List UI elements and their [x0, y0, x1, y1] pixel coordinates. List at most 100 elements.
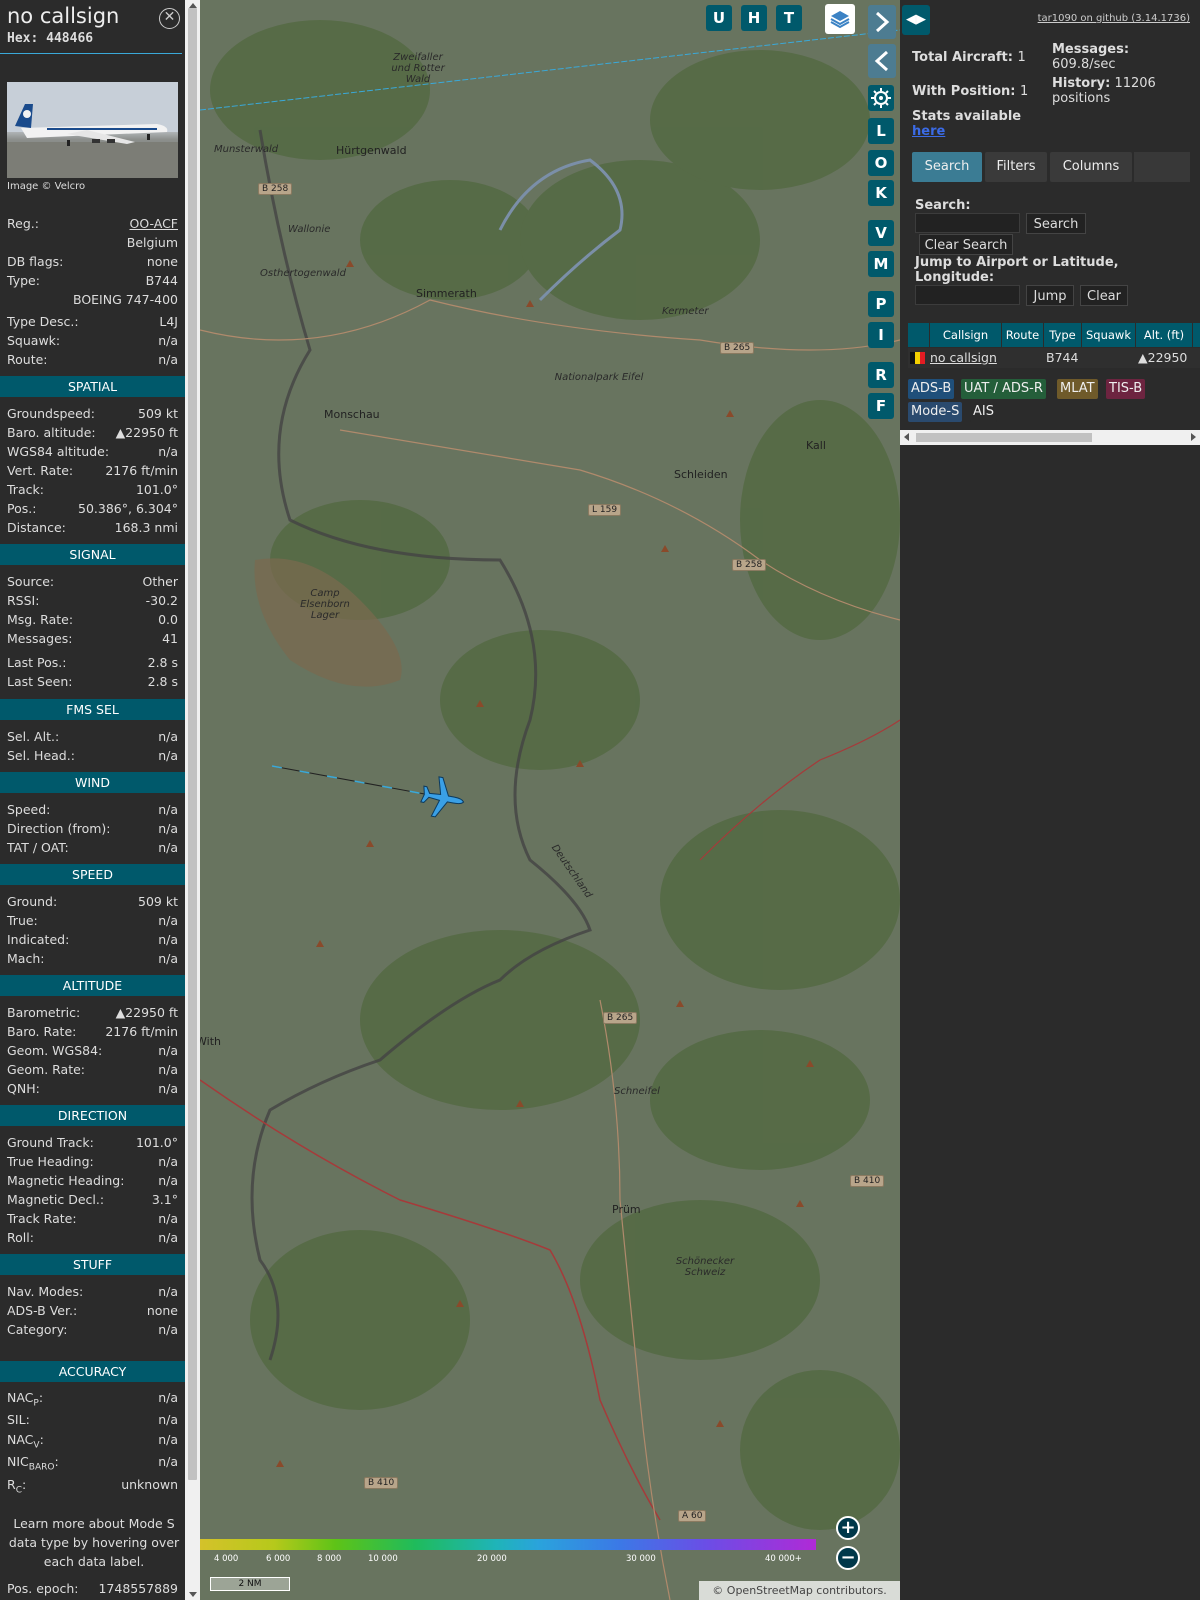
- search-button[interactable]: Search: [1026, 213, 1086, 234]
- aircraft-photo[interactable]: [7, 82, 178, 178]
- tab-filters[interactable]: Filters: [985, 152, 1047, 182]
- scroll-left-icon[interactable]: [904, 433, 909, 441]
- column-header-more[interactable]: [1193, 323, 1200, 347]
- clear-button[interactable]: Clear: [1080, 285, 1128, 306]
- scroll-down-icon[interactable]: [189, 1592, 197, 1597]
- map-button-t[interactable]: T: [776, 5, 802, 31]
- info-row: Magnetic Decl.: 3.1°: [7, 1192, 178, 1210]
- sidebar-scrollbar[interactable]: [185, 0, 200, 1600]
- settings-button[interactable]: [868, 85, 894, 111]
- map-button-i[interactable]: I: [868, 322, 894, 348]
- info-row: Distance: 168.3 nmi: [7, 520, 178, 538]
- map-button-u[interactable]: U: [706, 5, 732, 31]
- column-header-route[interactable]: Route: [1002, 323, 1043, 347]
- table-horizontal-scrollbar[interactable]: [900, 430, 1200, 445]
- place-label: Monschau: [324, 408, 380, 421]
- place-label: Osthertogenwald: [260, 268, 346, 279]
- aircraft-marker-icon[interactable]: [420, 775, 466, 821]
- scrollbar-thumb[interactable]: [916, 433, 1092, 442]
- section-altitude: ALTITUDE: [0, 975, 185, 996]
- info-label: Speed:: [7, 802, 51, 817]
- place-label: Hürtgenwald: [336, 144, 407, 157]
- dbflags-value: none: [146, 254, 178, 269]
- place-label: Munsterwald: [214, 144, 279, 155]
- info-row: Last Seen: 2.8 s: [7, 674, 178, 692]
- column-header-squawk[interactable]: Squawk: [1082, 323, 1135, 347]
- legend-uat: UAT / ADS-R: [961, 379, 1046, 399]
- map-attribution[interactable]: © OpenStreetMap contributors.: [699, 1581, 900, 1600]
- map-button-v[interactable]: V: [868, 220, 894, 246]
- epoch-row: Pos. epoch: 1748557889: [7, 1581, 178, 1599]
- zoom-in-button[interactable]: +: [836, 1516, 860, 1540]
- nicbaro-row: NICBARO: n/a: [7, 1454, 178, 1473]
- info-label: True Heading:: [7, 1154, 94, 1169]
- jump-input[interactable]: [915, 285, 1020, 305]
- total-aircraft-value: 1: [1017, 50, 1026, 65]
- map-canvas: [200, 0, 900, 1600]
- clear-search-button[interactable]: Clear Search: [919, 234, 1013, 255]
- map-button-f[interactable]: F: [868, 393, 894, 419]
- place-label: Zweifaller und Rotter Wald: [391, 52, 445, 85]
- stats-here-link[interactable]: here: [912, 124, 945, 139]
- close-icon[interactable]: ✕: [159, 8, 180, 29]
- info-value: 101.0°: [135, 482, 178, 497]
- place-label: Simmerath: [416, 287, 477, 300]
- expand-right-icon[interactable]: [868, 5, 896, 39]
- legend-tisb: TIS-B: [1106, 379, 1146, 399]
- map-button-h[interactable]: H: [741, 5, 767, 31]
- github-link[interactable]: tar1090 on github (3.14.1736): [1038, 13, 1190, 24]
- type-label: Type:: [7, 273, 40, 288]
- info-row: WGS84 altitude: n/a: [7, 444, 178, 462]
- info-row: Baro. Rate: 2176 ft/min: [7, 1024, 178, 1042]
- jump-button[interactable]: Jump: [1026, 285, 1074, 306]
- info-value: n/a: [158, 913, 178, 928]
- road-label: B 265: [720, 342, 755, 354]
- info-label: Ground:: [7, 894, 58, 909]
- info-label: Geom. Rate:: [7, 1062, 86, 1077]
- collapse-left-icon[interactable]: [868, 44, 896, 78]
- info-label: Direction (from):: [7, 821, 111, 836]
- info-row: Direction (from): n/a: [7, 821, 178, 839]
- row-altitude: ▲22950: [1138, 350, 1188, 365]
- info-label: Baro. altitude:: [7, 425, 96, 440]
- row-callsign[interactable]: no callsign: [930, 350, 997, 365]
- scrollbar-thumb[interactable]: [188, 8, 197, 1480]
- place-label: Schneifel: [614, 1086, 660, 1097]
- search-input[interactable]: [915, 213, 1020, 233]
- info-row: Groundspeed: 509 kt: [7, 406, 178, 424]
- column-header-callsign[interactable]: Callsign: [930, 323, 1001, 347]
- section-fms-sel: FMS SEL: [0, 699, 185, 720]
- country-row: Belgium: [7, 235, 178, 253]
- tab-columns[interactable]: Columns: [1050, 152, 1132, 182]
- map-button-l[interactable]: L: [868, 118, 894, 144]
- column-header-altitude[interactable]: Alt. (ft): [1136, 323, 1192, 347]
- map-button-r[interactable]: R: [868, 362, 894, 388]
- nacv-label: NACV:: [7, 1432, 44, 1451]
- toggle-panel-icon[interactable]: ◀▶: [902, 5, 930, 35]
- map-button-m[interactable]: M: [868, 251, 894, 277]
- route-value: n/a: [158, 352, 178, 367]
- reg-link[interactable]: OO-ACF: [129, 216, 178, 231]
- place-label: With: [200, 1035, 221, 1048]
- sil-label: SIL:: [7, 1412, 30, 1427]
- tab-search[interactable]: Search: [912, 152, 982, 182]
- map-button-k[interactable]: K: [868, 180, 894, 206]
- column-header-flag[interactable]: [908, 323, 929, 347]
- info-label: Msg. Rate:: [7, 612, 74, 627]
- info-label: Groundspeed:: [7, 406, 95, 421]
- zoom-out-button[interactable]: −: [836, 1546, 860, 1570]
- map-view[interactable]: Hürtgenwald Simmerath Monschau Schleiden…: [200, 0, 900, 1600]
- info-label: TAT / OAT:: [7, 840, 69, 855]
- info-row: TAT / OAT: n/a: [7, 840, 178, 858]
- hex-value: 448466: [46, 31, 94, 46]
- scroll-right-icon[interactable]: [1191, 433, 1196, 441]
- info-row: Msg. Rate: 0.0: [7, 612, 178, 630]
- place-label: Nationalpark Eifel: [554, 372, 644, 383]
- column-header-type[interactable]: Type: [1044, 323, 1081, 347]
- info-row: True Heading: n/a: [7, 1154, 178, 1172]
- map-button-o[interactable]: O: [868, 150, 894, 176]
- typedesc-row: Type Desc.: L4J: [7, 314, 178, 332]
- table-row[interactable]: no callsign B744 ▲22950: [908, 348, 1200, 368]
- map-button-p[interactable]: P: [868, 291, 894, 317]
- layers-button[interactable]: [825, 4, 855, 34]
